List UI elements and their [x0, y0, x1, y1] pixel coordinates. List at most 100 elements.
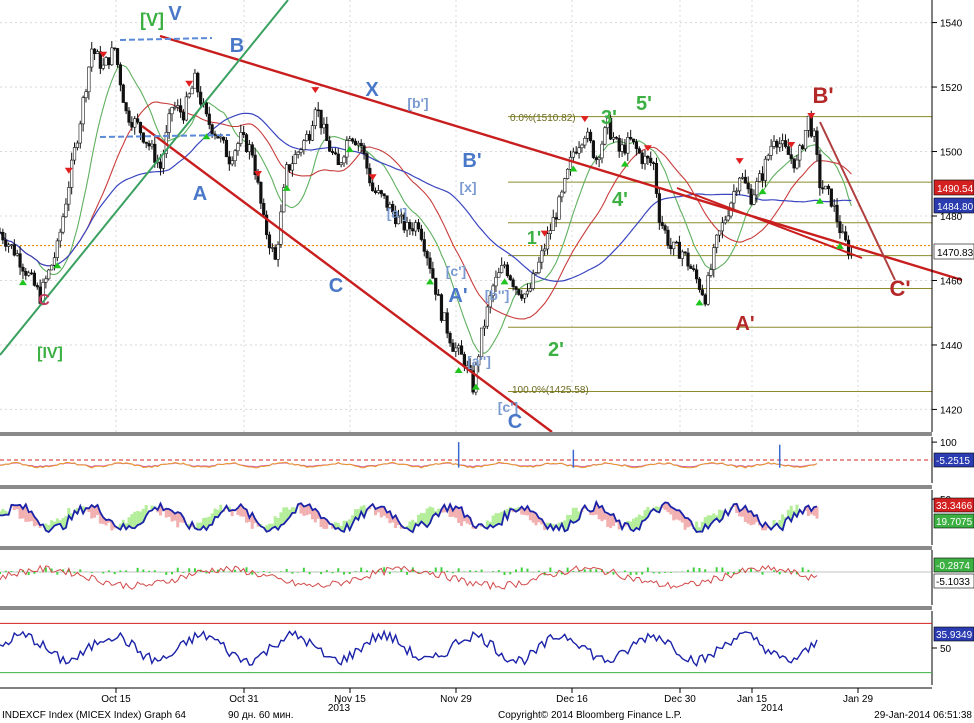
candle-body	[270, 247, 274, 249]
time-ticks: Oct 15 Oct 31 Nov 15 Nov 29 Dec 16 Dec 30 Jan …	[101, 688, 873, 705]
wave-label: C	[508, 411, 522, 433]
candle-body	[792, 158, 796, 169]
instrument-label: INDEXCF Index (MICEX Index) Graph 64	[2, 710, 186, 721]
candle-body	[115, 48, 120, 65]
candle-body	[560, 191, 564, 198]
footer: INDEXCF Index (MICEX Index) Graph 64 90 …	[2, 710, 972, 721]
candle-body	[342, 156, 346, 164]
candle-body	[411, 228, 415, 232]
candle-body	[758, 173, 762, 182]
candle-body	[170, 107, 174, 115]
candle-body	[4, 239, 8, 247]
candle-body	[694, 269, 699, 280]
candle-body	[222, 136, 226, 141]
candle-body	[723, 219, 727, 224]
candle-body	[692, 268, 696, 271]
candle-body	[436, 294, 441, 296]
candle-body	[93, 48, 97, 54]
candle-body	[514, 286, 518, 290]
wave-label: [IV]	[37, 345, 63, 362]
time-tick-label: Dec 16	[556, 694, 588, 705]
candle-body	[749, 188, 753, 205]
candle-body	[0, 231, 2, 234]
candle-body	[669, 245, 673, 250]
candle-body	[61, 216, 65, 233]
candle-body	[72, 147, 77, 161]
candle-body	[376, 190, 381, 193]
wave-label: A'	[448, 285, 467, 307]
candle-body	[829, 188, 833, 207]
candle-body	[167, 113, 171, 133]
candle-body	[511, 279, 515, 287]
candle-body	[500, 265, 504, 273]
candle-body	[136, 118, 140, 123]
candle-body	[419, 228, 424, 240]
candle-body	[806, 115, 810, 131]
candle-body	[534, 272, 538, 275]
candle-body	[600, 143, 604, 159]
candle-body	[697, 278, 702, 290]
candle-body	[173, 106, 177, 109]
fib-label-bottom: 100.0%(1425.58)	[512, 385, 589, 396]
candle-body	[204, 102, 209, 115]
candle-body	[537, 261, 541, 273]
candle-body	[336, 153, 340, 166]
indicator-tick-label: 50	[940, 644, 952, 655]
candle-body	[700, 289, 704, 296]
candle-body	[230, 160, 234, 165]
price-tick-label: 1420	[940, 405, 963, 416]
candle-body	[769, 145, 773, 156]
candle-body	[107, 57, 111, 66]
candle-body	[809, 115, 813, 137]
candle-body	[138, 121, 143, 134]
candle-body	[634, 141, 638, 149]
candle-body	[359, 142, 363, 147]
candle-body	[588, 131, 593, 142]
candle-body	[525, 290, 530, 295]
candle-body	[227, 156, 231, 165]
candle-body	[689, 265, 693, 269]
candle-body	[339, 162, 343, 166]
candle-body	[789, 154, 793, 159]
candle-body	[213, 133, 217, 136]
candle-body	[176, 105, 180, 108]
candle-body	[591, 140, 595, 158]
candle-body	[127, 110, 131, 123]
candle-body	[118, 64, 122, 86]
candle-body	[577, 147, 581, 154]
candle-body	[798, 145, 802, 161]
candle-body	[408, 222, 412, 229]
candle-body	[823, 185, 828, 190]
wave-label: 4'	[612, 189, 628, 211]
candle-body	[706, 275, 710, 305]
panel-separator	[0, 606, 932, 610]
candle-body	[795, 159, 799, 169]
candle-body	[21, 266, 25, 272]
candle-body	[316, 109, 320, 112]
candle-body	[259, 182, 263, 204]
candle-body	[775, 140, 779, 148]
candle-body	[439, 294, 444, 321]
candle-body	[812, 130, 816, 137]
indicator-tag-value: -5.1033	[936, 577, 970, 588]
indicator-panels: 100 -5.2515 50 33.3466 19.7075 -0.2874 -5.1033…	[0, 432, 974, 685]
candle-body	[766, 155, 770, 160]
candle-body	[737, 177, 742, 192]
candle-body	[87, 66, 91, 93]
candle-body	[623, 144, 627, 154]
candle-body	[571, 151, 575, 158]
timestamp-label: 29-Jan-2014 06:51:38	[874, 710, 972, 721]
candle-body	[70, 159, 74, 188]
candle-body	[179, 105, 183, 113]
candle-body	[780, 140, 785, 145]
wave-label: X	[365, 79, 379, 101]
wave-label: 3'	[601, 107, 617, 129]
price-tag-value: 1490.54	[937, 184, 974, 195]
candle-body	[32, 272, 36, 286]
candle-body	[1, 231, 5, 241]
wave-label: V	[168, 3, 182, 25]
candle-body	[15, 253, 19, 256]
candle-body	[803, 130, 808, 150]
main-price-panel: 0.0%(1510.82) 100.0%(1425.58) [V] V B A C [IV…	[0, 0, 963, 433]
candle-body	[732, 191, 736, 204]
